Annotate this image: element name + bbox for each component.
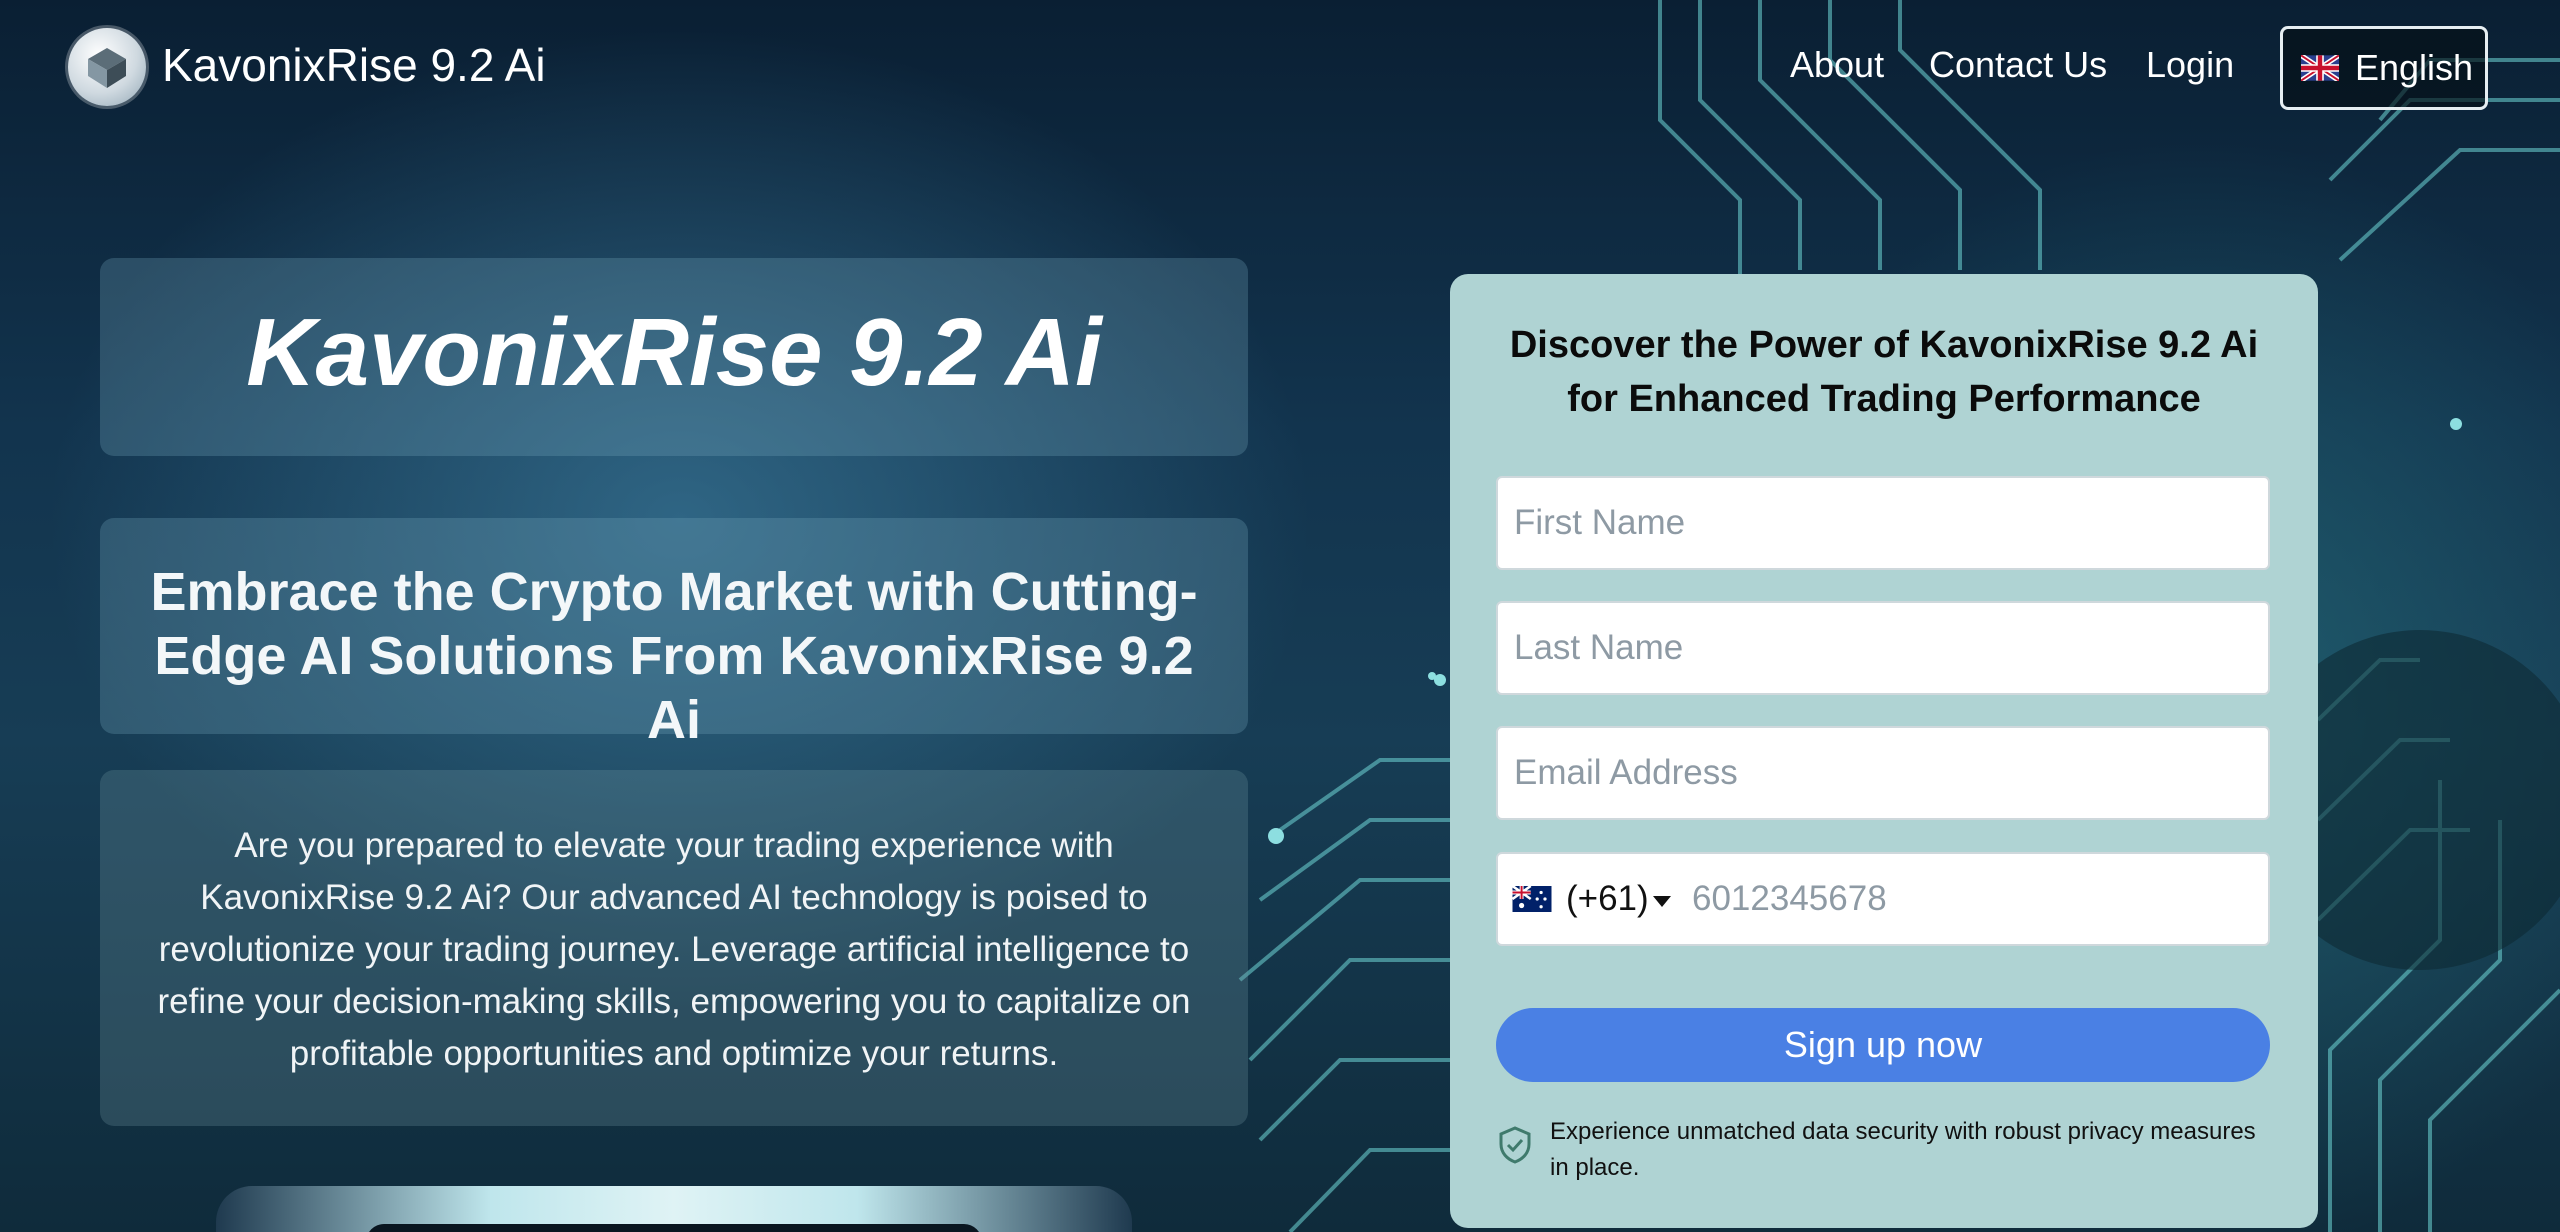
device-image bbox=[216, 1186, 1132, 1232]
hero-title: KavonixRise 9.2 Ai bbox=[246, 299, 1102, 406]
brand-name[interactable]: KavonixRise 9.2 Ai bbox=[162, 38, 546, 92]
hero-body-text: Are you prepared to elevate your trading… bbox=[157, 826, 1191, 1073]
shield-check-icon bbox=[1499, 1126, 1531, 1164]
device-screen bbox=[366, 1224, 982, 1232]
chevron-down-icon bbox=[1652, 895, 1671, 907]
email-input[interactable] bbox=[1498, 728, 2268, 818]
signup-button[interactable]: Sign up now bbox=[1496, 1008, 2270, 1082]
hero-body-card: Are you prepared to elevate your trading… bbox=[100, 770, 1248, 1126]
first-name-field bbox=[1496, 476, 2270, 570]
language-label: English bbox=[2355, 47, 2474, 88]
phone-field: (+61) bbox=[1496, 852, 2270, 946]
phone-code: (+61) bbox=[1566, 879, 1649, 918]
hero-subtitle-card: Embrace the Crypto Market with Cutting-E… bbox=[100, 518, 1248, 750]
form-title: Discover the Power of KavonixRise 9.2 Ai… bbox=[1509, 324, 2259, 420]
email-field bbox=[1496, 726, 2270, 820]
hero-subtitle: Embrace the Crypto Market with Cutting-E… bbox=[150, 562, 1198, 750]
top-navigation: KavonixRise 9.2 Ai About Contact Us Logi… bbox=[0, 0, 2560, 140]
first-name-input[interactable] bbox=[1498, 478, 2268, 568]
nav-login-link[interactable]: Login bbox=[2146, 44, 2234, 86]
language-selector[interactable]: English bbox=[2280, 26, 2488, 110]
logo-icon[interactable] bbox=[68, 28, 146, 106]
hero-title-card: KavonixRise 9.2 Ai bbox=[100, 258, 1248, 456]
last-name-field bbox=[1496, 601, 2270, 695]
australia-flag-icon bbox=[1512, 886, 1552, 912]
security-note: Experience unmatched data security with … bbox=[1550, 1118, 2256, 1181]
signup-form: Discover the Power of KavonixRise 9.2 Ai… bbox=[1450, 274, 2318, 1228]
nav-about-link[interactable]: About bbox=[1790, 44, 1884, 86]
uk-flag-icon bbox=[2301, 55, 2339, 81]
country-code-selector[interactable]: (+61) bbox=[1512, 854, 1671, 944]
nav-contact-link[interactable]: Contact Us bbox=[1929, 44, 2107, 86]
last-name-input[interactable] bbox=[1498, 603, 2268, 693]
